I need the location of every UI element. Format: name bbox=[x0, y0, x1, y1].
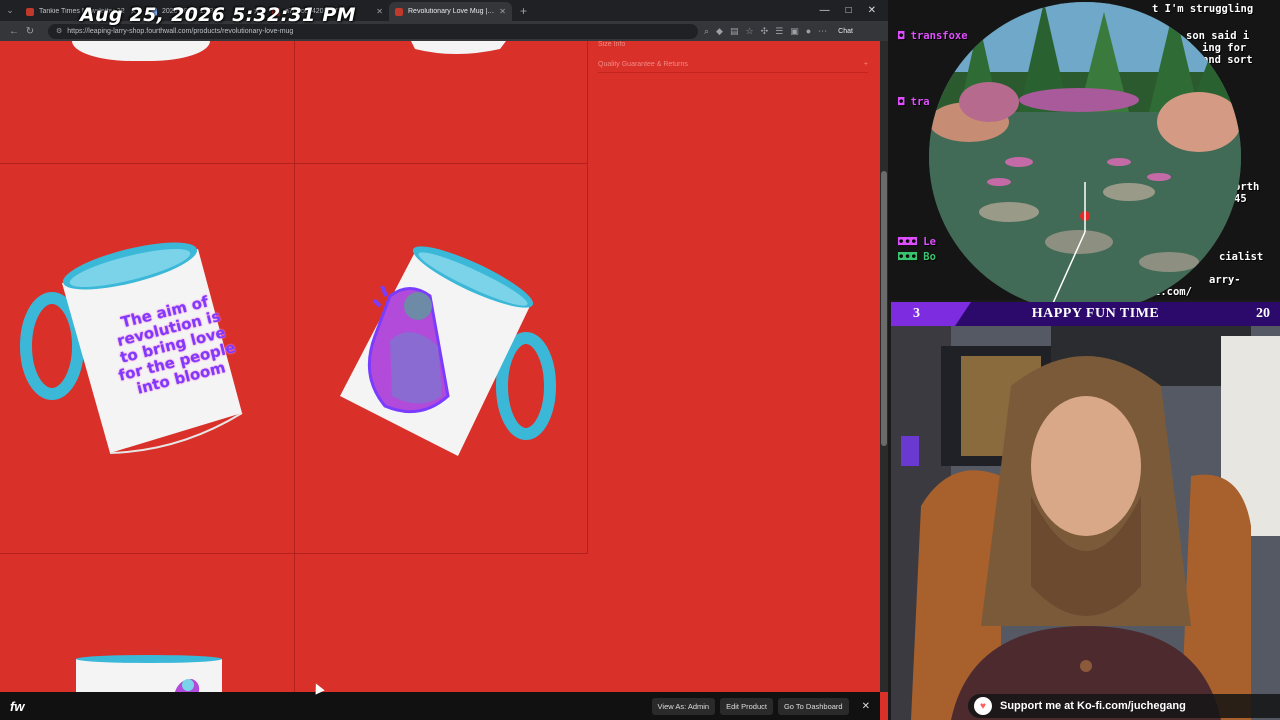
quality-guarantee-accordion[interactable]: Quality Guarantee & Returns + bbox=[598, 61, 868, 73]
chat-message: ◘ transfoxe bbox=[898, 30, 968, 42]
puzzle-icon[interactable]: ✣ bbox=[761, 26, 769, 37]
maximize-icon[interactable]: □ bbox=[846, 5, 852, 16]
chat-message: ◘◘◘ Bo bbox=[898, 251, 936, 263]
header-left-count: 3 bbox=[891, 302, 971, 326]
game-viewport bbox=[929, 2, 1241, 312]
product-image-thumb[interactable] bbox=[74, 655, 224, 692]
bookmark-star-icon[interactable]: ☆ bbox=[745, 26, 753, 37]
site-info-icon[interactable]: ⚙ bbox=[56, 27, 62, 35]
minimize-icon[interactable]: — bbox=[820, 5, 830, 16]
chat-badge-icon: ◘◘◘ bbox=[898, 236, 924, 248]
webcam-header: 3 HAPPY FUN TIME 20 bbox=[891, 302, 1280, 326]
tab-favicon-icon bbox=[395, 7, 403, 16]
page-scrollbar[interactable] bbox=[880, 41, 888, 692]
tab-search-icon[interactable]: ⌄ bbox=[0, 5, 20, 16]
reload-icon[interactable]: ↻ bbox=[22, 26, 38, 37]
grid-divider bbox=[587, 41, 588, 553]
scrollbar-thumb[interactable] bbox=[881, 171, 887, 446]
browser-window: ⌄ Tankie Times Newsletter 32 ✕ 2026-08-2… bbox=[0, 0, 888, 720]
chat-message: t I'm struggling bbox=[1152, 3, 1254, 15]
chat-username: transfoxe bbox=[910, 30, 968, 42]
close-icon[interactable]: ✕ bbox=[862, 701, 870, 712]
mug-image bbox=[411, 41, 506, 54]
fourthwall-logo[interactable]: fw bbox=[10, 699, 24, 714]
screen: ⌄ Tankie Times Newsletter 32 ✕ 2026-08-2… bbox=[0, 0, 1280, 720]
kofi-cup-icon: ♥ bbox=[974, 697, 992, 715]
chat-message: arry- bbox=[1209, 274, 1241, 286]
mug-back-image bbox=[340, 246, 556, 456]
webcam-image bbox=[891, 326, 1280, 720]
chat-username: Bo bbox=[923, 251, 936, 263]
chat-message: ◘◘◘ Le bbox=[898, 236, 936, 248]
extension-icon[interactable]: ◆ bbox=[716, 26, 723, 37]
chat-message: ing for bbox=[1202, 42, 1247, 54]
admin-actions: View As: Admin Edit Product Go To Dashbo… bbox=[651, 697, 870, 715]
collections-icon[interactable]: ▣ bbox=[790, 26, 799, 37]
extensions-area: ⌕ ◆ ▤ ☆ ✣ ☰ ▣ ● ⋯ Chat bbox=[704, 26, 853, 37]
view-as-admin-button[interactable]: View As: Admin bbox=[651, 697, 716, 715]
grid-divider bbox=[0, 553, 588, 554]
size-info-accordion[interactable]: Size Info bbox=[598, 41, 625, 48]
window-controls: — □ ✕ bbox=[820, 5, 888, 16]
admin-bar: fw View As: Admin Edit Product Go To Das… bbox=[0, 692, 880, 720]
zoom-icon[interactable]: ⌕ bbox=[704, 26, 709, 37]
chat-username: tra bbox=[910, 96, 930, 108]
kofi-text: Support me at Ko-fi.com/juchegang bbox=[1000, 700, 1186, 712]
product-image-thumb[interactable] bbox=[72, 41, 210, 63]
chat-badge-icon: ◘◘◘ bbox=[898, 251, 924, 263]
product-image-thumb[interactable] bbox=[395, 41, 535, 63]
kofi-banner: ♥ Support me at Ko-fi.com/juchegang bbox=[968, 694, 1280, 718]
edit-product-button[interactable]: Edit Product bbox=[720, 697, 773, 715]
game-scene bbox=[929, 2, 1241, 312]
webcam-feed bbox=[891, 326, 1280, 720]
reader-icon[interactable]: ▤ bbox=[730, 26, 739, 37]
header-title: HAPPY FUN TIME bbox=[1031, 306, 1160, 321]
chat-username: Le bbox=[923, 236, 936, 248]
header-right-count: 20 bbox=[1256, 306, 1270, 321]
timestamp-overlay: Aug 25, 2026 5:32:31 PM bbox=[80, 4, 356, 26]
tab-favicon-icon bbox=[26, 7, 34, 16]
grid-divider bbox=[294, 41, 295, 692]
grid-divider bbox=[0, 163, 588, 164]
product-image-front[interactable]: The aim of revolution is to bring love f… bbox=[20, 241, 250, 459]
mug-image bbox=[76, 655, 222, 692]
tab-label: Revolutionary Love Mug | Leaping bbox=[408, 8, 495, 15]
menu-dots-icon[interactable]: ⋯ bbox=[818, 26, 827, 37]
profile-icon[interactable]: ● bbox=[806, 26, 811, 36]
favorites-icon[interactable]: ☰ bbox=[775, 26, 783, 37]
accordion-label: Quality Guarantee & Returns bbox=[598, 61, 688, 68]
back-icon[interactable]: ← bbox=[6, 26, 22, 37]
product-image-back[interactable] bbox=[330, 246, 560, 461]
chat-message: cialist bbox=[1219, 251, 1264, 263]
chat-badge-icon: ◘ bbox=[898, 30, 911, 42]
url-text: https://leaping-larry-shop.fourthwall.co… bbox=[67, 27, 294, 35]
chat-button[interactable]: Chat bbox=[838, 28, 853, 35]
tab-mug-product[interactable]: Revolutionary Love Mug | Leaping ✕ bbox=[389, 2, 512, 21]
chat-badge-icon: ◘ bbox=[898, 96, 911, 108]
chat-message: ◘ tra bbox=[898, 96, 930, 108]
product-page: The aim of revolution is to bring love f… bbox=[0, 41, 880, 692]
close-window-icon[interactable]: ✕ bbox=[868, 5, 876, 16]
go-to-dashboard-button[interactable]: Go To Dashboard bbox=[777, 697, 849, 715]
plus-icon: + bbox=[863, 61, 868, 68]
chat-message: son said i bbox=[1186, 30, 1250, 42]
new-tab-icon[interactable]: + bbox=[520, 4, 527, 18]
tab-close-icon[interactable]: ✕ bbox=[499, 7, 506, 16]
tab-close-icon[interactable]: ✕ bbox=[376, 7, 383, 16]
